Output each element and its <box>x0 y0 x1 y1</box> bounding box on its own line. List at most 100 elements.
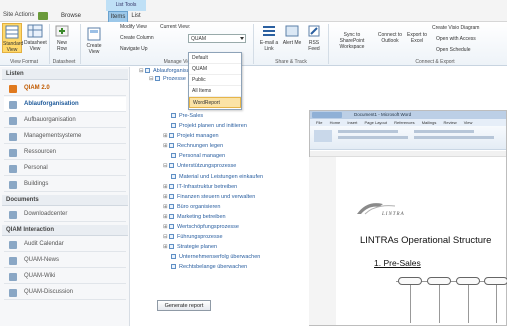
paragraph-toolbar[interactable] <box>414 130 474 133</box>
item-icon <box>169 163 174 169</box>
nav-item-personal[interactable]: Personal <box>4 161 126 176</box>
collapse-icon[interactable]: ⊟ <box>163 234 168 241</box>
datasheet-view-button[interactable]: Datasheet View <box>24 23 47 52</box>
create-column-command[interactable]: Create Column <box>120 35 154 41</box>
nav-item-quam-wiki[interactable]: QUAM-Wiki <box>4 269 126 284</box>
folder-icon[interactable] <box>38 12 48 20</box>
nav-section-documents[interactable]: Documents <box>2 195 128 206</box>
nav-item-downloadcenter[interactable]: Downloadcenter <box>4 207 126 222</box>
expand-icon[interactable]: ⊞ <box>163 244 168 251</box>
collapse-icon[interactable]: ⊟ <box>163 163 168 170</box>
tree-node[interactable]: ⊟ Führungsprozesse <box>163 234 223 241</box>
tree-node[interactable]: ⊞ Projekt managen <box>163 133 219 140</box>
item-icon <box>169 204 174 210</box>
connect-outlook-button[interactable]: Connect to Outlook <box>376 32 404 44</box>
word-tab-review[interactable]: Review <box>444 120 457 125</box>
view-option-all-items[interactable]: All Items <box>189 86 241 97</box>
tree-node[interactable]: ⊞ Finanzen steuern und verwalten <box>163 194 255 201</box>
view-option-default[interactable]: Default <box>189 53 241 64</box>
alert-me-button[interactable]: Alert Me <box>282 23 302 46</box>
nav-item-audit-calendar[interactable]: Audit Calendar <box>4 237 126 252</box>
org-chart-box[interactable] <box>398 277 422 285</box>
nav-item-buildings[interactable]: Buildings <box>4 177 126 192</box>
tree-node[interactable]: Pre-Sales <box>171 113 203 120</box>
standard-view-button[interactable]: Standard View <box>2 23 23 53</box>
sync-workspace-button[interactable]: Sync to SharePoint Workspace <box>332 32 372 50</box>
nav-item-quam-news[interactable]: QUAM-News <box>4 253 126 268</box>
open-access-command[interactable]: Open with Access <box>436 36 476 42</box>
create-view-button[interactable]: Create View <box>84 26 104 55</box>
expand-icon[interactable]: ⊞ <box>163 133 168 140</box>
org-chart-box[interactable] <box>456 277 480 285</box>
word-tab-page-layout[interactable]: Page Layout <box>365 120 387 125</box>
org-chart-stem <box>496 285 497 323</box>
nav-item-managementsysteme[interactable]: Managementsysteme <box>4 129 126 144</box>
view-option-public[interactable]: Public <box>189 75 241 86</box>
collapse-icon[interactable]: ⊟ <box>139 68 144 75</box>
expand-icon[interactable]: ⊞ <box>163 194 168 201</box>
alignment-toolbar[interactable] <box>414 136 494 139</box>
view-option-wordreport[interactable]: WordReport <box>189 97 241 108</box>
rss-feed-button[interactable]: RSS Feed <box>304 23 324 52</box>
wiki-icon <box>9 273 17 281</box>
tree-node[interactable]: ⊞ Strategie planen <box>163 244 217 251</box>
view-format-group-label: View Format <box>10 59 38 65</box>
tree-node[interactable]: Rechtsbelange überwachen <box>171 264 247 271</box>
expand-icon[interactable]: ⊞ <box>163 143 168 150</box>
tree-node[interactable]: Unternehmenserfolg überwachen <box>171 254 260 261</box>
tree-node[interactable]: ⊟ Unterstützungsprozesse <box>163 163 236 170</box>
new-row-button[interactable]: New Row <box>52 23 72 52</box>
nav-item-quam-discussion[interactable]: QUAM-Discussion <box>4 285 126 300</box>
modify-view-command[interactable]: Modify View <box>120 24 147 30</box>
view-option-quam[interactable]: QUAM <box>189 64 241 75</box>
paste-icon[interactable] <box>314 130 332 142</box>
tree-node[interactable]: Projekt planen und initiieren <box>171 123 247 130</box>
tree-node[interactable]: Personal managen <box>171 153 225 160</box>
create-visio-command[interactable]: Create Visio Diagram <box>432 25 479 31</box>
generate-report-button[interactable]: Generate report <box>157 300 211 311</box>
tab-list[interactable]: List <box>129 11 143 22</box>
item-icon <box>169 194 174 200</box>
item-icon <box>169 184 174 190</box>
org-chart-box[interactable] <box>427 277 451 285</box>
expand-icon[interactable]: ⊞ <box>163 214 168 221</box>
open-schedule-command[interactable]: Open Schedule <box>436 47 470 53</box>
nav-section-listen[interactable]: Listen <box>2 69 128 80</box>
export-excel-button[interactable]: Export to Excel <box>406 32 428 44</box>
expand-icon[interactable]: ⊞ <box>163 204 168 211</box>
nav-section-qiam-interaction[interactable]: QIAM Interaction <box>2 225 128 236</box>
item-icon <box>169 143 174 149</box>
font-toolbar[interactable] <box>338 130 398 133</box>
expand-icon[interactable]: ⊞ <box>163 224 168 231</box>
quick-access-toolbar[interactable] <box>312 112 342 118</box>
document-title[interactable]: LINTRAs Operational Structure <box>360 235 491 246</box>
tree-node[interactable]: ⊞ Büro organisieren <box>163 204 220 211</box>
document-heading[interactable]: 1. Pre-Sales <box>374 258 421 268</box>
email-link-button[interactable]: E-mail a Link <box>258 23 280 52</box>
tree-node[interactable]: ⊞ Wertschöpfungsprozesse <box>163 224 239 231</box>
tree-node[interactable]: ⊞ Rechnungen legen <box>163 143 223 150</box>
tree-node[interactable]: ⊞ Marketing betreiben <box>163 214 226 221</box>
tab-items[interactable]: Items <box>108 11 128 22</box>
tree-node[interactable]: ⊞ IT-Infrastruktur betreiben <box>163 184 237 191</box>
word-tab-references[interactable]: References <box>394 120 414 125</box>
tab-browse[interactable]: Browse <box>58 11 84 22</box>
tree-node[interactable]: Material und Leistungen einkaufen <box>171 174 263 181</box>
word-tab-view[interactable]: View <box>464 120 473 125</box>
format-toolbar[interactable] <box>338 136 408 139</box>
word-tab-home[interactable]: Home <box>330 120 341 125</box>
org-chart-box[interactable] <box>484 277 507 285</box>
collapse-icon[interactable]: ⊟ <box>149 76 154 83</box>
nav-item-ressourcen[interactable]: Ressourcen <box>4 145 126 160</box>
current-view-select[interactable]: QUAM <box>188 34 246 43</box>
word-tab-mailings[interactable]: Mailings <box>422 120 437 125</box>
word-tab-file[interactable]: File <box>316 120 322 125</box>
nav-item-ablauforganisation[interactable]: Ablauforganisation <box>4 97 126 112</box>
nav-item-qiam[interactable]: QIAM 2.0 <box>4 81 126 96</box>
site-actions-menu[interactable]: Site Actions <box>3 12 34 18</box>
navigate-up-command[interactable]: Navigate Up <box>120 46 148 52</box>
word-tab-insert[interactable]: Insert <box>347 120 357 125</box>
tree-node[interactable]: ⊟ Prozesse <box>149 76 186 83</box>
expand-icon[interactable]: ⊞ <box>163 184 168 191</box>
nav-item-aufbauorganisation[interactable]: Aufbauorganisation <box>4 113 126 128</box>
